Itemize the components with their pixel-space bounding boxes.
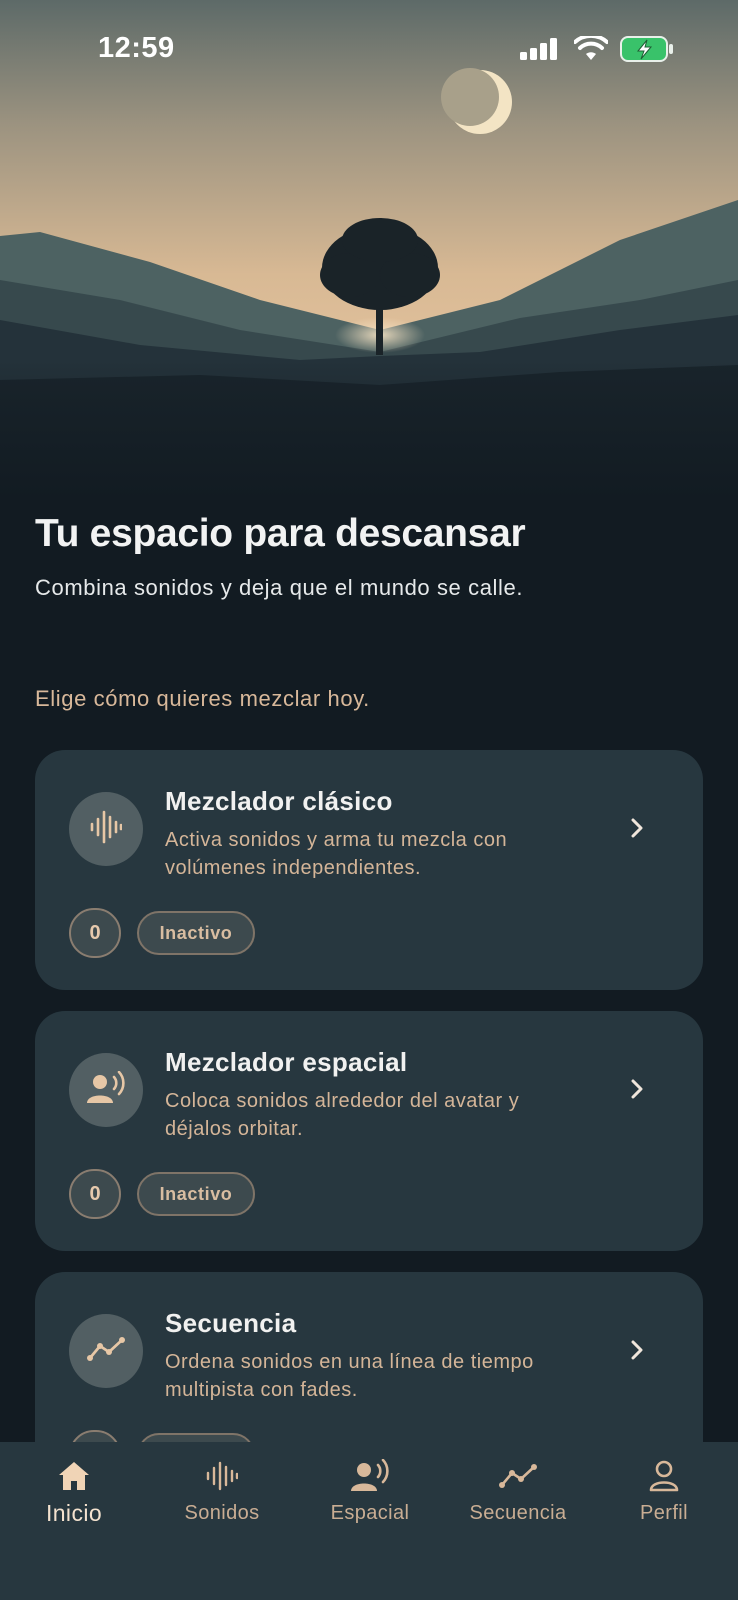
status-bar: 12:59 [0, 0, 738, 100]
tab-perfil[interactable]: Perfil [590, 1442, 738, 1562]
page-title: Tu espacio para descansar [35, 512, 526, 555]
tab-label: Perfil [640, 1502, 688, 1524]
tab-label: Secuencia [469, 1502, 567, 1524]
cellular-signal-icon [520, 38, 560, 65]
tab-sonidos[interactable]: Sonidos [148, 1442, 296, 1562]
card-description: Activa sonidos y arma tu mezcla con volú… [165, 829, 508, 879]
tab-inicio[interactable]: Inicio [0, 1442, 148, 1562]
waveform-icon [206, 1458, 238, 1494]
tab-label: Sonidos [184, 1502, 260, 1524]
status-badge: Inactivo [137, 911, 255, 955]
card-title: Secuencia [165, 1308, 297, 1338]
page-subtitle: Combina sonidos y deja que el mundo se c… [35, 575, 524, 600]
bottom-tab-bar: Inicio Sonidos Espacial Secuencia Perfil [0, 1442, 738, 1600]
tab-label: Espacial [330, 1502, 410, 1524]
card-description: Coloca sonidos alrededor del avatar y dé… [165, 1090, 520, 1140]
spatial-person-icon [351, 1458, 389, 1494]
chevron-right-icon [627, 1338, 647, 1362]
status-time: 12:59 [98, 32, 175, 64]
waveform-icon [90, 810, 123, 849]
wifi-icon [573, 33, 609, 67]
card-title: Mezclador espacial [165, 1047, 408, 1077]
active-count-badge: 0 [69, 908, 121, 958]
profile-icon [649, 1458, 679, 1494]
status-badge: Inactivo [137, 1172, 255, 1216]
tab-label: Inicio [45, 1500, 103, 1526]
tab-secuencia[interactable]: Secuencia [444, 1442, 592, 1562]
card-icon-circle [69, 1314, 143, 1388]
chevron-right-icon [627, 816, 647, 840]
card-classic-mixer[interactable]: Mezclador clásico Activa sonidos y arma … [35, 750, 703, 990]
card-description: Ordena sonidos en una línea de tiempo mu… [165, 1351, 534, 1401]
card-spatial-mixer[interactable]: Mezclador espacial Coloca sonidos alrede… [35, 1011, 703, 1251]
chevron-right-icon [627, 1077, 647, 1101]
sequence-line-icon [87, 1336, 125, 1367]
card-title: Mezclador clásico [165, 786, 393, 816]
card-icon-circle [69, 1053, 143, 1127]
home-icon [57, 1458, 91, 1494]
active-count-badge: 0 [69, 1169, 121, 1219]
spatial-person-icon [87, 1070, 125, 1110]
battery-charging-icon [620, 36, 674, 67]
card-icon-circle [69, 792, 143, 866]
mix-prompt: Elige cómo quieres mezclar hoy. [35, 686, 370, 711]
sequence-line-icon [499, 1458, 537, 1494]
tab-espacial[interactable]: Espacial [296, 1442, 444, 1562]
